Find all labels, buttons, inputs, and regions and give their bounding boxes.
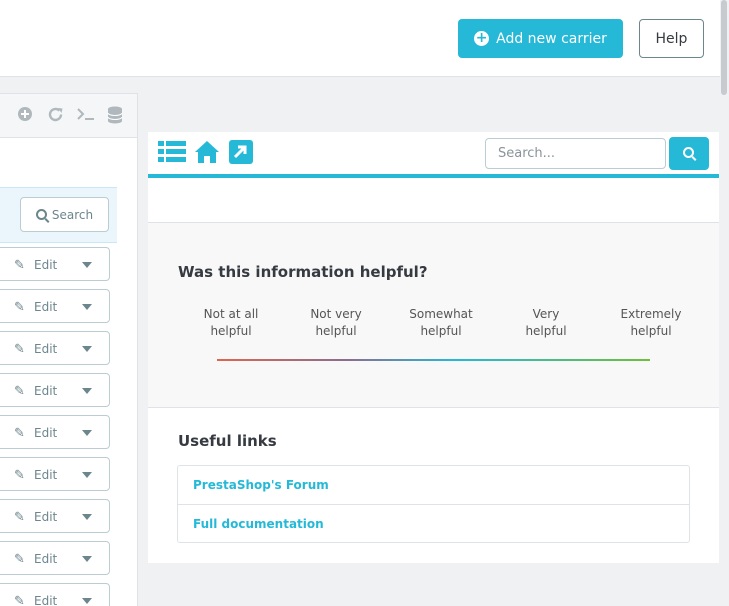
row-edit-button[interactable]: ✎ Edit	[0, 289, 110, 323]
pencil-icon: ✎	[14, 552, 25, 567]
rating-option-line1: Very	[532, 307, 560, 321]
chevron-down-icon[interactable]	[82, 598, 92, 604]
chevron-down-icon[interactable]	[82, 262, 92, 268]
edit-label: Edit	[34, 258, 58, 272]
row-edit-button[interactable]: ✎ Edit	[0, 541, 110, 575]
help-panel: Was this information helpful? Not at all…	[148, 132, 719, 563]
chevron-down-icon[interactable]	[82, 514, 92, 520]
edit-label: Edit	[34, 300, 58, 314]
rating-option-line1: Not at all	[203, 307, 259, 321]
rating-option[interactable]: Not very helpful	[291, 306, 381, 340]
chevron-down-icon[interactable]	[82, 346, 92, 352]
pencil-icon: ✎	[14, 594, 25, 606]
link-full-documentation[interactable]: Full documentation	[193, 517, 324, 531]
rating-option-line1: Somewhat	[409, 307, 473, 321]
rating-option[interactable]: Somewhat helpful	[396, 306, 486, 340]
edit-label: Edit	[34, 384, 58, 398]
feedback-title: Was this information helpful?	[178, 263, 428, 281]
rating-option-line1: Extremely	[620, 307, 682, 321]
rating-option-line2: helpful	[630, 324, 672, 338]
filter-search-button[interactable]: Search	[20, 197, 109, 232]
edit-label: Edit	[34, 426, 58, 440]
rating-option-line2: helpful	[315, 324, 357, 338]
help-search-button[interactable]	[669, 137, 709, 170]
row-edit-button[interactable]: ✎ Edit	[0, 457, 110, 491]
rating-option[interactable]: Not at all helpful	[186, 306, 276, 340]
search-icon	[683, 147, 694, 158]
add-new-carrier-button[interactable]: + Add new carrier	[458, 19, 623, 58]
useful-links-list: PrestaShop's Forum Full documentation	[177, 465, 690, 543]
add-new-carrier-label: Add new carrier	[496, 30, 607, 47]
edit-label: Edit	[34, 594, 58, 606]
useful-links-section: Useful links PrestaShop's Forum Full doc…	[148, 408, 719, 563]
row-edit-button[interactable]: ✎ Edit	[0, 415, 110, 449]
carriers-list-panel: Search ✎ Edit ✎ Edit ✎ Edit ✎ Edit ✎ Edit ✎ Edit ✎ Ed…	[0, 93, 138, 606]
help-button[interactable]: Help	[639, 19, 704, 58]
chevron-down-icon[interactable]	[82, 388, 92, 394]
row-edit-button[interactable]: ✎ Edit	[0, 247, 110, 281]
home-icon[interactable]	[194, 140, 222, 166]
links-divider	[178, 504, 689, 505]
chevron-down-icon[interactable]	[82, 472, 92, 478]
rating-gradient-line	[217, 359, 650, 361]
pencil-icon: ✎	[14, 258, 25, 273]
filter-search-label: Search	[51, 207, 94, 222]
edit-label: Edit	[34, 468, 58, 482]
rating-option[interactable]: Very helpful	[501, 306, 591, 340]
help-button-label: Help	[655, 30, 688, 47]
chevron-down-icon[interactable]	[82, 430, 92, 436]
pencil-icon: ✎	[14, 468, 25, 483]
help-toolbar	[148, 132, 719, 178]
feedback-section: Was this information helpful? Not at all…	[148, 223, 719, 408]
row-edit-button[interactable]: ✎ Edit	[0, 499, 110, 533]
edit-label: Edit	[34, 342, 58, 356]
rating-option-line2: helpful	[420, 324, 462, 338]
search-icon	[35, 209, 47, 220]
row-edit-button[interactable]: ✎ Edit	[0, 331, 110, 365]
pencil-icon: ✎	[14, 300, 25, 315]
edit-label: Edit	[34, 552, 58, 566]
help-content-area	[148, 178, 719, 223]
rating-option-line2: helpful	[210, 324, 252, 338]
database-icon[interactable]	[106, 106, 124, 124]
rating-option-line1: Not very	[310, 307, 362, 321]
edit-label: Edit	[34, 510, 58, 524]
page-scrollbar-thumb[interactable]	[721, 0, 727, 95]
link-prestashop-forum[interactable]: PrestaShop's Forum	[193, 478, 329, 492]
list-filter-row: Search	[0, 187, 117, 243]
pencil-icon: ✎	[14, 384, 25, 399]
list-toolbar	[0, 94, 137, 138]
useful-links-title: Useful links	[178, 432, 277, 450]
plus-circle-icon[interactable]	[16, 106, 34, 124]
chevron-down-icon[interactable]	[82, 304, 92, 310]
plus-circle-icon: +	[474, 30, 490, 46]
pencil-icon: ✎	[14, 510, 25, 525]
pencil-icon: ✎	[14, 342, 25, 357]
terminal-icon[interactable]	[75, 106, 97, 124]
external-link-icon[interactable]	[228, 140, 256, 166]
row-edit-button[interactable]: ✎ Edit	[0, 373, 110, 407]
refresh-icon[interactable]	[46, 106, 64, 124]
rating-option[interactable]: Extremely helpful	[606, 306, 696, 340]
list-icon[interactable]	[158, 140, 186, 166]
pencil-icon: ✎	[14, 426, 25, 441]
rating-option-line2: helpful	[525, 324, 567, 338]
row-edit-button[interactable]: ✎ Edit	[0, 583, 110, 606]
help-search-input[interactable]	[485, 138, 666, 169]
page-header: + Add new carrier Help	[0, 0, 720, 77]
chevron-down-icon[interactable]	[82, 556, 92, 562]
